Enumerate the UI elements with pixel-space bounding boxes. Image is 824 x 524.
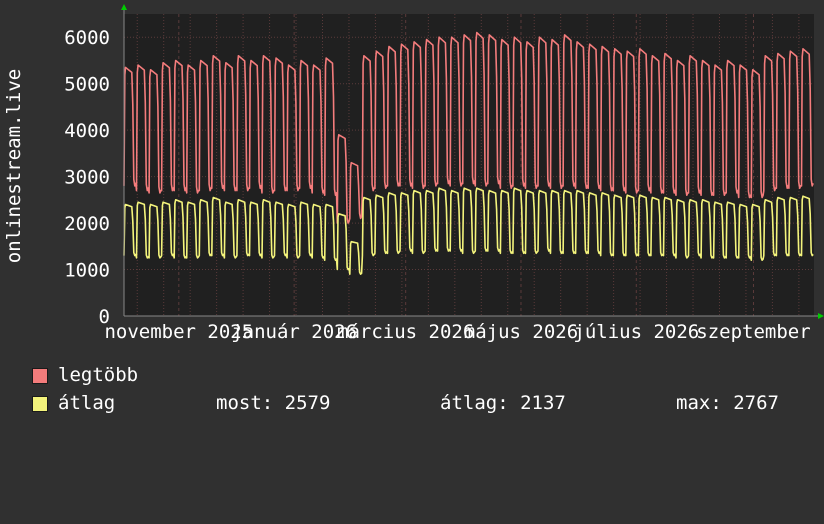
legend-max: legtöbb: [32, 364, 138, 386]
y-tick-label: 1000: [64, 260, 110, 282]
y-tick-label: 4000: [64, 120, 110, 142]
x-tick-label: március 2026: [337, 321, 474, 343]
x-tick-label: szeptember: [696, 321, 810, 343]
x-tick-label: május 2026: [464, 321, 578, 343]
y-tick-label: 2000: [64, 213, 110, 235]
y-tick-label: 5000: [64, 74, 110, 96]
stat-current: most: 2579: [216, 392, 331, 414]
y-tick-label: 3000: [64, 167, 110, 189]
y-axis-arrow: [121, 4, 127, 10]
y-tick-label: 6000: [64, 27, 110, 49]
x-tick-label: július 2026: [573, 321, 699, 343]
traffic-chart: 0100020003000400050006000november 2025ja…: [3, 4, 824, 343]
y-axis-label: onlinestream.live: [3, 69, 25, 263]
x-axis-arrow: [818, 313, 824, 319]
stat-average: átlag: 2137: [440, 392, 566, 414]
legend-label-max: legtöbb: [58, 364, 139, 386]
legend-avg: átlag most: 2579 átlag: 2137 max: 2767: [32, 392, 812, 414]
legend-swatch-max: [32, 368, 48, 384]
stat-maximum: max: 2767: [676, 392, 779, 414]
legend-label-avg: átlag: [58, 392, 116, 414]
legend-swatch-avg: [32, 396, 48, 412]
